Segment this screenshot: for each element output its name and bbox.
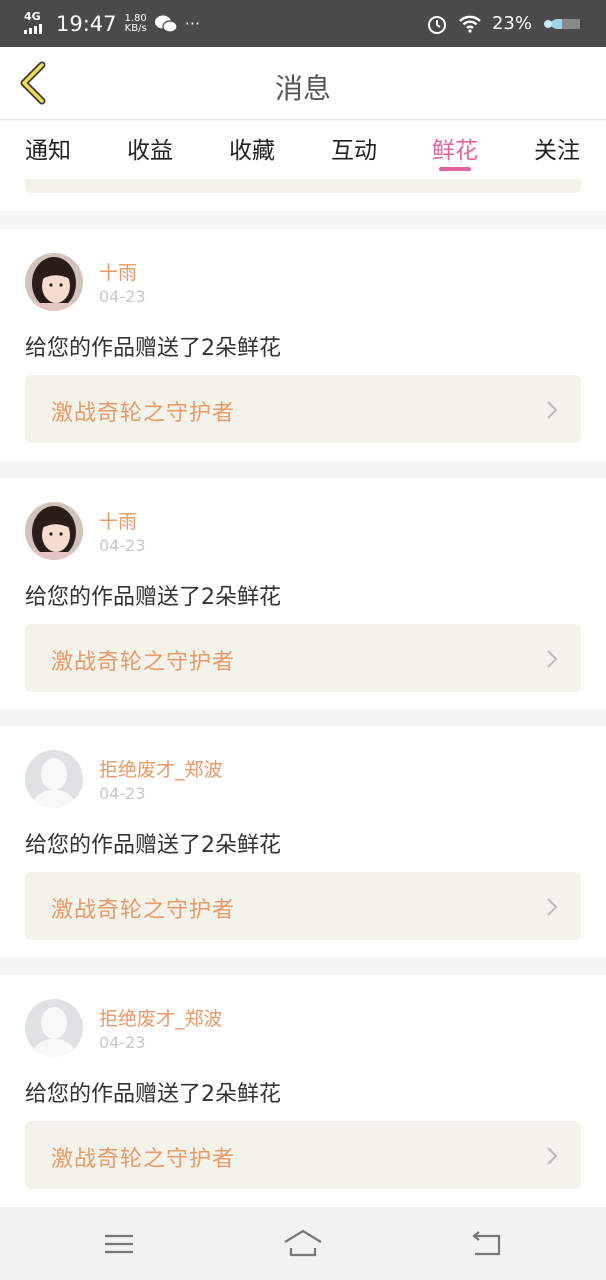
- chevron-right-icon: [547, 898, 558, 916]
- work-title: 激战奇轮之守护者: [51, 650, 236, 675]
- back-nav-button[interactable]: [467, 1227, 507, 1261]
- username[interactable]: 拒绝废才_郑波: [99, 755, 223, 782]
- work-title: 激战奇轮之守护者: [51, 401, 236, 426]
- alarm-icon: [427, 15, 446, 34]
- avatar[interactable]: [25, 750, 83, 808]
- tab-favorites[interactable]: 收藏: [212, 131, 292, 165]
- wifi-icon: [459, 15, 481, 33]
- tab-following[interactable]: 关注: [517, 131, 597, 165]
- page-title: 消息: [274, 72, 331, 105]
- message-text: 给您的作品赠送了2朵鲜花: [25, 336, 281, 361]
- work-title: 激战奇轮之守护者: [51, 898, 236, 923]
- message-date: 04-23: [99, 536, 146, 555]
- work-link[interactable]: 激战奇轮之守护者: [25, 624, 581, 692]
- tab-earnings[interactable]: 收益: [110, 131, 190, 165]
- chevron-right-icon: [547, 1147, 558, 1165]
- list-item: 拒绝废才_郑波 04-23 给您的作品赠送了2朵鲜花 激战奇轮之守护者: [0, 726, 606, 958]
- list-item: 拒绝废才_郑波 04-23 给您的作品赠送了2朵鲜花 激战奇轮之守护者: [0, 975, 606, 1207]
- net-speed: 1.80 KB/s: [124, 12, 147, 34]
- work-link[interactable]: 激战奇轮之守护者: [25, 872, 581, 940]
- clock: 19:47: [56, 11, 117, 36]
- avatar[interactable]: [25, 253, 83, 311]
- user-photo: [25, 502, 83, 560]
- message-date: 04-23: [99, 784, 146, 803]
- work-link[interactable]: 激战奇轮之守护者: [25, 1121, 581, 1189]
- work-link[interactable]: 激战奇轮之守护者: [25, 375, 581, 443]
- avatar[interactable]: [25, 999, 83, 1057]
- app-header: 消息: [0, 47, 606, 120]
- network-type: 4G: [24, 9, 41, 23]
- user-photo: [25, 253, 83, 311]
- tab-flowers[interactable]: 鲜花: [415, 131, 495, 165]
- list-item: [0, 179, 606, 211]
- system-nav-bar: [0, 1207, 606, 1280]
- chevron-right-icon: [547, 401, 558, 419]
- list-item: 十雨 04-23 给您的作品赠送了2朵鲜花 激战奇轮之守护者: [0, 229, 606, 461]
- work-title: 激战奇轮之守护者: [51, 1147, 236, 1172]
- home-button[interactable]: [283, 1227, 323, 1261]
- chevron-right-icon: [547, 650, 558, 668]
- more-indicator: ···: [184, 14, 201, 33]
- status-bar: 4G 19:47 1.80 KB/s ··· 23%: [0, 0, 606, 47]
- work-link[interactable]: [25, 179, 581, 193]
- message-date: 04-23: [99, 287, 146, 306]
- username[interactable]: 拒绝废才_郑波: [99, 1004, 223, 1031]
- tab-notifications[interactable]: 通知: [8, 131, 88, 165]
- message-list[interactable]: 十雨 04-23 给您的作品赠送了2朵鲜花 激战奇轮之守护者 十雨 04-23 …: [0, 179, 606, 1207]
- battery-percent: 23%: [491, 13, 532, 34]
- signal-icon: 4G: [24, 9, 48, 36]
- avatar[interactable]: [25, 502, 83, 560]
- net-speed-unit: KB/s: [124, 22, 147, 34]
- default-avatar-icon: [25, 750, 83, 808]
- wechat-icon: [154, 15, 177, 33]
- username[interactable]: 十雨: [99, 507, 137, 534]
- menu-button[interactable]: [99, 1227, 139, 1261]
- tab-bar: 通知 收益 收藏 互动 鲜花 关注: [0, 121, 606, 179]
- message-date: 04-23: [99, 1033, 146, 1052]
- message-text: 给您的作品赠送了2朵鲜花: [25, 1082, 281, 1107]
- battery-icon: [544, 18, 580, 29]
- list-item: 十雨 04-23 给您的作品赠送了2朵鲜花 激战奇轮之守护者: [0, 478, 606, 710]
- default-avatar-icon: [25, 999, 83, 1057]
- message-text: 给您的作品赠送了2朵鲜花: [25, 833, 281, 858]
- active-tab-indicator: [439, 167, 471, 171]
- tab-interactions[interactable]: 互动: [314, 131, 394, 165]
- username[interactable]: 十雨: [99, 258, 137, 285]
- message-text: 给您的作品赠送了2朵鲜花: [25, 585, 281, 610]
- net-speed-value: 1.80: [124, 12, 147, 24]
